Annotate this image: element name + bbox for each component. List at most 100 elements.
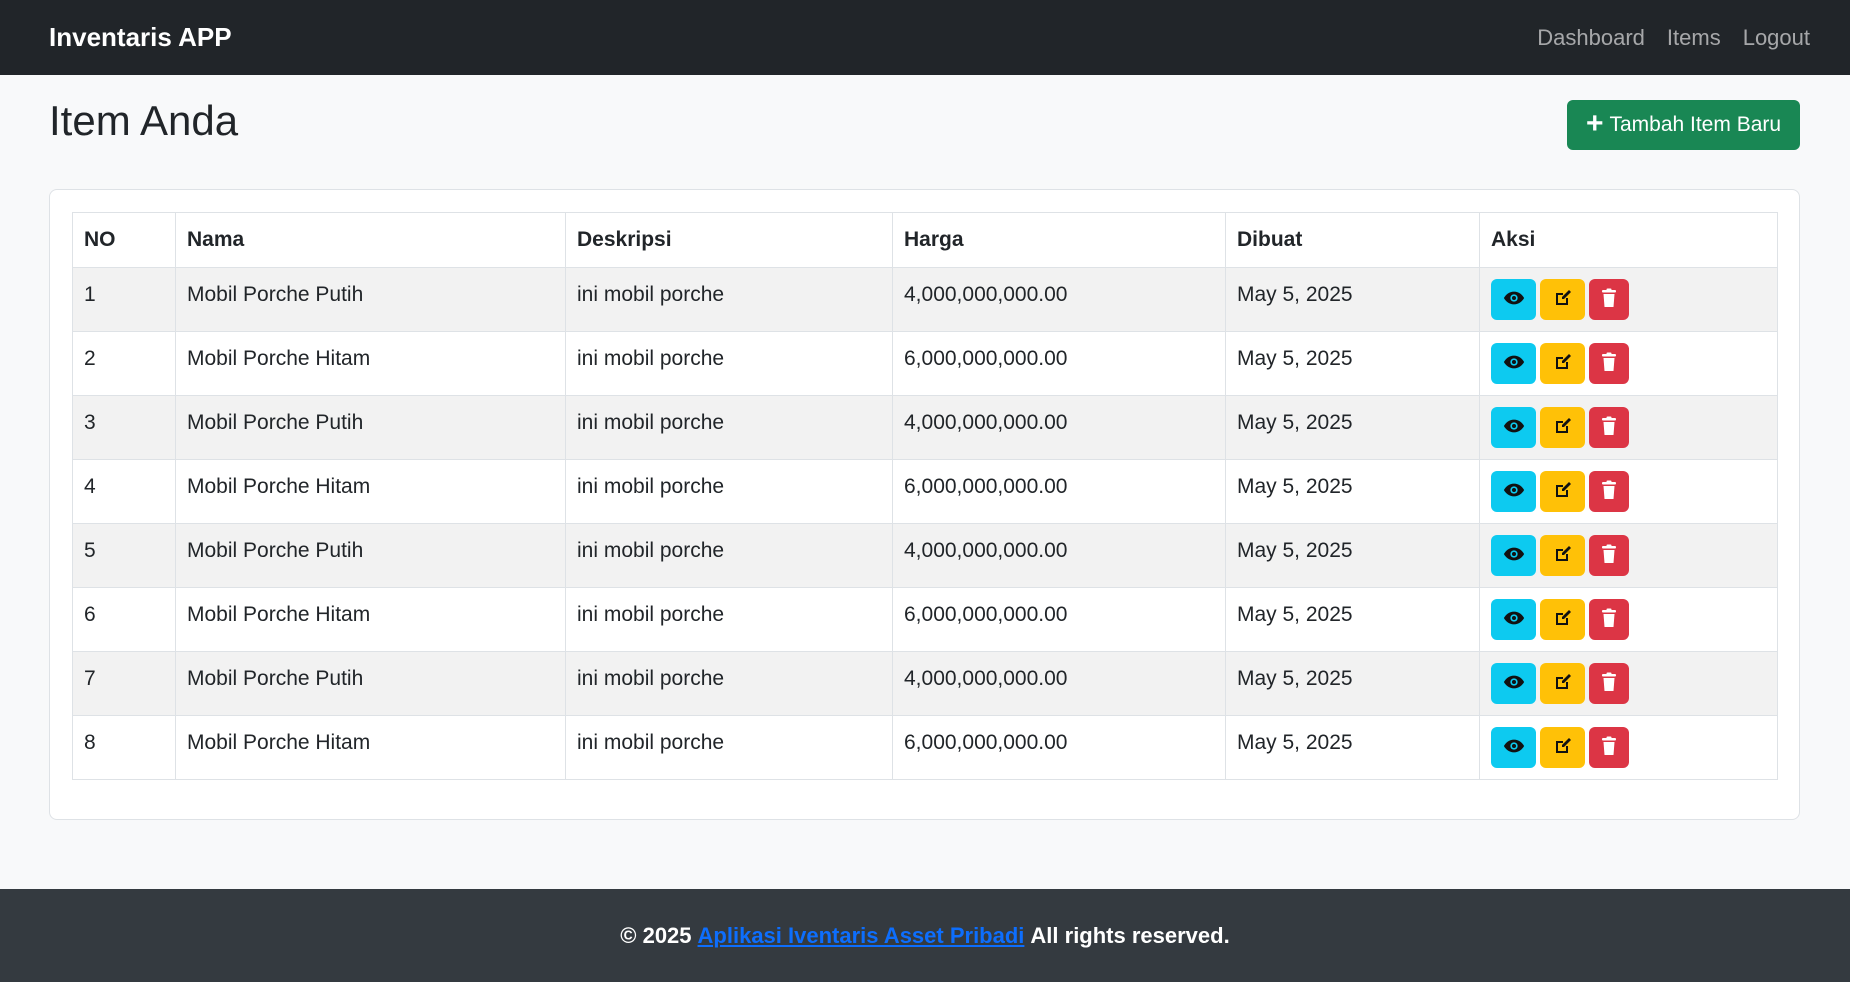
cell-deskripsi: ini mobil porche [565, 523, 893, 588]
view-button[interactable] [1491, 279, 1536, 320]
cell-dibuat: May 5, 2025 [1225, 331, 1480, 396]
table-row: 3 Mobil Porche Putih ini mobil porche 4,000… [72, 395, 1778, 460]
cell-dibuat: May 5, 2025 [1225, 587, 1480, 652]
cell-no: 3 [72, 395, 176, 460]
eye-icon [1503, 418, 1525, 437]
trash-icon [1601, 736, 1617, 759]
cell-nama: Mobil Porche Putih [175, 523, 566, 588]
view-button[interactable] [1491, 535, 1536, 576]
edit-button[interactable] [1540, 599, 1585, 640]
eye-icon [1503, 674, 1525, 693]
cell-aksi [1479, 331, 1778, 396]
nav-link-dashboard[interactable]: Dashboard [1537, 25, 1645, 51]
edit-icon [1553, 608, 1573, 631]
table-row: 7 Mobil Porche Putih ini mobil porche 4,000… [72, 651, 1778, 716]
view-button[interactable] [1491, 471, 1536, 512]
nav-link-logout[interactable]: Logout [1743, 25, 1810, 51]
cell-dibuat: May 5, 2025 [1225, 459, 1480, 524]
table-row: 4 Mobil Porche Hitam ini mobil porche 6,000… [72, 459, 1778, 524]
cell-deskripsi: ini mobil porche [565, 459, 893, 524]
delete-button[interactable] [1589, 471, 1629, 512]
footer-copyright: © 2025 [620, 922, 692, 948]
edit-icon [1553, 736, 1573, 759]
trash-icon [1601, 608, 1617, 631]
delete-button[interactable] [1589, 599, 1629, 640]
view-button[interactable] [1491, 727, 1536, 768]
footer-app-link[interactable]: Aplikasi Iventaris Asset Pribadi [698, 923, 1025, 949]
table-row: 6 Mobil Porche Hitam ini mobil porche 6,000… [72, 587, 1778, 652]
cell-dibuat: May 5, 2025 [1225, 395, 1480, 460]
cell-aksi [1479, 715, 1778, 780]
delete-button[interactable] [1589, 343, 1629, 384]
cell-no: 2 [72, 331, 176, 396]
header-harga: Harga [892, 212, 1226, 268]
edit-icon [1553, 288, 1573, 311]
delete-button[interactable] [1589, 535, 1629, 576]
delete-button[interactable] [1589, 407, 1629, 448]
cell-aksi [1479, 523, 1778, 588]
eye-icon [1503, 546, 1525, 565]
add-item-button[interactable]: + Tambah Item Baru [1567, 100, 1800, 150]
cell-deskripsi: ini mobil porche [565, 395, 893, 460]
view-button[interactable] [1491, 599, 1536, 640]
eye-icon [1503, 738, 1525, 757]
delete-button[interactable] [1589, 663, 1629, 704]
table-row: 2 Mobil Porche Hitam ini mobil porche 6,000… [72, 331, 1778, 396]
header-aksi: Aksi [1479, 212, 1778, 268]
navbar: Inventaris APP Dashboard Items Logout [0, 0, 1850, 75]
cell-harga: 4,000,000,000.00 [892, 523, 1226, 588]
table-row: 1 Mobil Porche Putih ini mobil porche 4,000… [72, 267, 1778, 332]
view-button[interactable] [1491, 407, 1536, 448]
page-title: Item Anda [49, 97, 239, 144]
cell-deskripsi: ini mobil porche [565, 651, 893, 716]
cell-dibuat: May 5, 2025 [1225, 523, 1480, 588]
cell-dibuat: May 5, 2025 [1225, 715, 1480, 780]
edit-button[interactable] [1540, 279, 1585, 320]
trash-icon [1601, 672, 1617, 695]
edit-icon [1553, 672, 1573, 695]
trash-icon [1601, 480, 1617, 503]
cell-deskripsi: ini mobil porche [565, 331, 893, 396]
edit-button[interactable] [1540, 343, 1585, 384]
cell-nama: Mobil Porche Hitam [175, 331, 566, 396]
footer-rights: All rights reserved. [1030, 922, 1230, 948]
nav-link-items[interactable]: Items [1667, 25, 1721, 51]
cell-nama: Mobil Porche Hitam [175, 459, 566, 524]
edit-button[interactable] [1540, 727, 1585, 768]
view-button[interactable] [1491, 663, 1536, 704]
cell-no: 6 [72, 587, 176, 652]
cell-aksi [1479, 587, 1778, 652]
cell-no: 8 [72, 715, 176, 780]
cell-dibuat: May 5, 2025 [1225, 651, 1480, 716]
cell-aksi [1479, 651, 1778, 716]
cell-deskripsi: ini mobil porche [565, 267, 893, 332]
eye-icon [1503, 482, 1525, 501]
edit-icon [1553, 416, 1573, 439]
view-button[interactable] [1491, 343, 1536, 384]
cell-dibuat: May 5, 2025 [1225, 267, 1480, 332]
items-card: NO Nama Deskripsi Harga Dibuat Aksi 1 Mob… [49, 189, 1800, 820]
items-table: NO Nama Deskripsi Harga Dibuat Aksi 1 Mob… [72, 212, 1778, 780]
brand-logo-text[interactable]: Inventaris APP [49, 22, 232, 53]
eye-icon [1503, 290, 1525, 309]
cell-nama: Mobil Porche Putih [175, 651, 566, 716]
delete-button[interactable] [1589, 727, 1629, 768]
delete-button[interactable] [1589, 279, 1629, 320]
cell-harga: 6,000,000,000.00 [892, 587, 1226, 652]
trash-icon [1601, 288, 1617, 311]
edit-button[interactable] [1540, 663, 1585, 704]
cell-aksi [1479, 395, 1778, 460]
eye-icon [1503, 354, 1525, 373]
edit-button[interactable] [1540, 407, 1585, 448]
table-header-row: NO Nama Deskripsi Harga Dibuat Aksi [72, 212, 1778, 268]
edit-button[interactable] [1540, 535, 1585, 576]
cell-no: 5 [72, 523, 176, 588]
cell-no: 7 [72, 651, 176, 716]
edit-button[interactable] [1540, 471, 1585, 512]
cell-deskripsi: ini mobil porche [565, 715, 893, 780]
header-dibuat: Dibuat [1225, 212, 1480, 268]
cell-deskripsi: ini mobil porche [565, 587, 893, 652]
cell-harga: 6,000,000,000.00 [892, 715, 1226, 780]
trash-icon [1601, 416, 1617, 439]
cell-harga: 4,000,000,000.00 [892, 395, 1226, 460]
